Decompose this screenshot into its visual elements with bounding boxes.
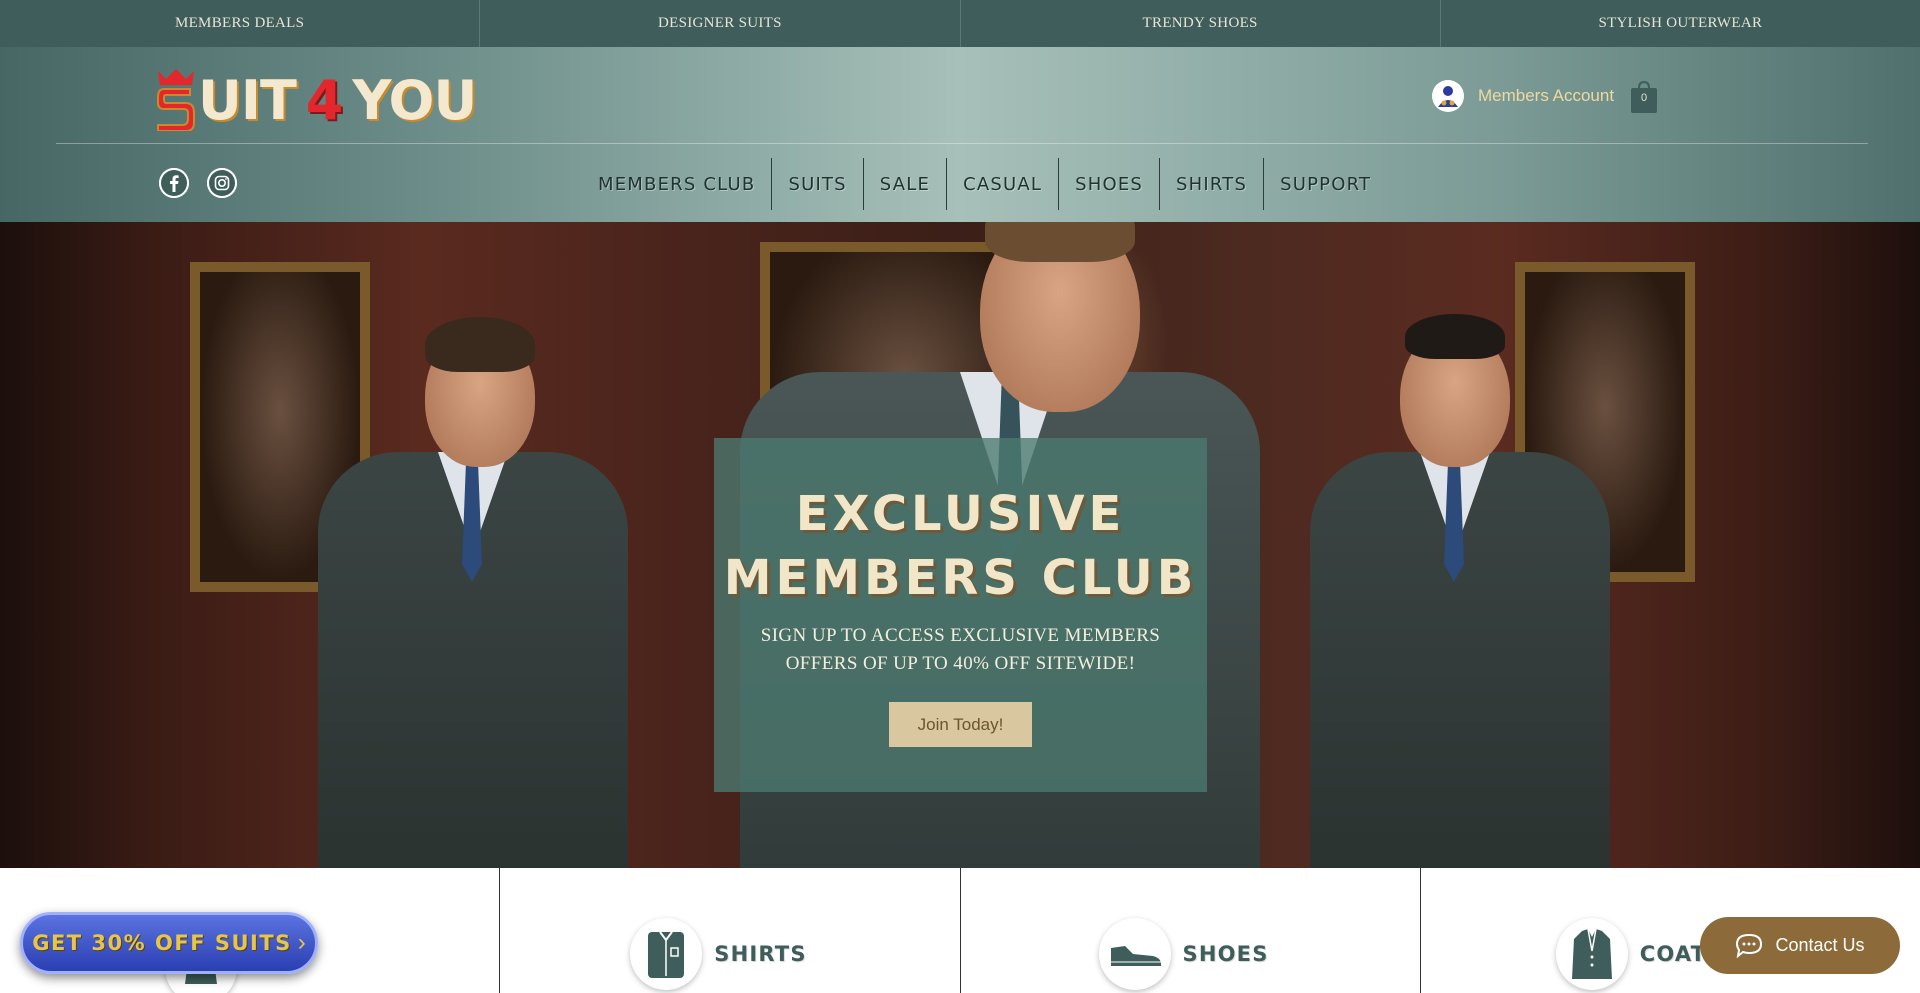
nav-item-sale[interactable]: SALE <box>864 158 948 210</box>
logo-text-you: YOU <box>352 69 477 132</box>
category-shoes[interactable]: SHOES <box>961 868 1421 993</box>
category-strip: SHIRTS SHOES COAT <box>40 868 1880 993</box>
cart-count: 0 <box>1640 92 1648 104</box>
promo-link-stylish-outerwear[interactable]: STYLISH OUTERWEAR <box>1441 0 1920 47</box>
site-header: UIT 4 YOU Members Account 0 MEMBERS CLUB… <box>0 47 1920 222</box>
offer-label: GET 30% OFF SUITS <box>32 931 292 955</box>
nav-item-casual[interactable]: CASUAL <box>947 158 1060 210</box>
facebook-icon <box>159 168 189 198</box>
promo-subtitle-line1: SIGN UP TO ACCESS EXCLUSIVE MEMBERS <box>760 625 1161 646</box>
chat-bubble-icon <box>1736 933 1763 958</box>
facebook-link[interactable] <box>159 168 189 198</box>
logo-text-4: 4 <box>305 69 344 132</box>
members-account-link[interactable]: Members Account <box>1432 80 1614 112</box>
instagram-link[interactable] <box>207 168 237 198</box>
promo-title: EXCLUSIVE MEMBERS CLUB <box>714 482 1207 610</box>
main-nav: MEMBERS CLUB SUITS SALE CASUAL SHOES SHI… <box>582 158 1387 210</box>
shirt-icon <box>630 918 703 990</box>
contact-us-button[interactable]: Contact Us <box>1700 917 1900 974</box>
promo-subtitle: SIGN UP TO ACCESS EXCLUSIVE MEMBERS OFFE… <box>754 622 1167 678</box>
cart-button[interactable]: 0 <box>1630 80 1658 114</box>
members-club-promo: EXCLUSIVE MEMBERS CLUB SIGN UP TO ACCESS… <box>714 438 1207 792</box>
category-label: COAT <box>1639 942 1707 966</box>
members-account-label: Members Account <box>1478 86 1615 105</box>
category-shirts[interactable]: SHIRTS <box>500 868 961 993</box>
shoe-icon <box>1098 918 1171 990</box>
promo-subtitle-line2: OFFERS OF UP TO 40% OFF SITEWIDE! <box>785 653 1136 674</box>
nav-item-suits[interactable]: SUITS <box>772 158 864 210</box>
coat-icon <box>1555 918 1628 990</box>
get-30-off-suits-button[interactable]: GET 30% OFF SUITS › <box>20 912 318 974</box>
promo-link-members-deals[interactable]: MEMBERS DEALS <box>0 0 481 47</box>
promo-strip: MEMBERS DEALS DESIGNER SUITS TRENDY SHOE… <box>0 0 1920 47</box>
category-label: SHIRTS <box>714 942 807 966</box>
header-divider <box>56 143 1868 144</box>
promo-title-line2: MEMBERS CLUB <box>723 550 1198 606</box>
hero-banner: EXCLUSIVE MEMBERS CLUB SIGN UP TO ACCESS… <box>0 222 1920 868</box>
nav-item-support[interactable]: SUPPORT <box>1264 158 1387 210</box>
instagram-icon <box>207 168 237 198</box>
site-logo[interactable]: UIT 4 YOU <box>156 65 477 132</box>
promo-link-trendy-shoes[interactable]: TRENDY SHOES <box>961 0 1441 47</box>
promo-title-line1: EXCLUSIVE <box>795 486 1126 542</box>
logo-text-uit: UIT <box>198 69 297 132</box>
chevron-right-icon: › <box>297 929 306 956</box>
nav-item-members-club[interactable]: MEMBERS CLUB <box>582 158 773 210</box>
join-today-button[interactable]: Join Today! <box>889 702 1032 747</box>
promo-link-designer-suits[interactable]: DESIGNER SUITS <box>480 0 961 47</box>
nav-item-shoes[interactable]: SHOES <box>1059 158 1161 210</box>
category-label: SHOES <box>1182 942 1269 966</box>
nav-item-shirts[interactable]: SHIRTS <box>1160 158 1265 210</box>
avatar <box>1432 80 1464 112</box>
contact-us-label: Contact Us <box>1775 935 1865 955</box>
logo-crown-s-icon <box>156 69 196 132</box>
